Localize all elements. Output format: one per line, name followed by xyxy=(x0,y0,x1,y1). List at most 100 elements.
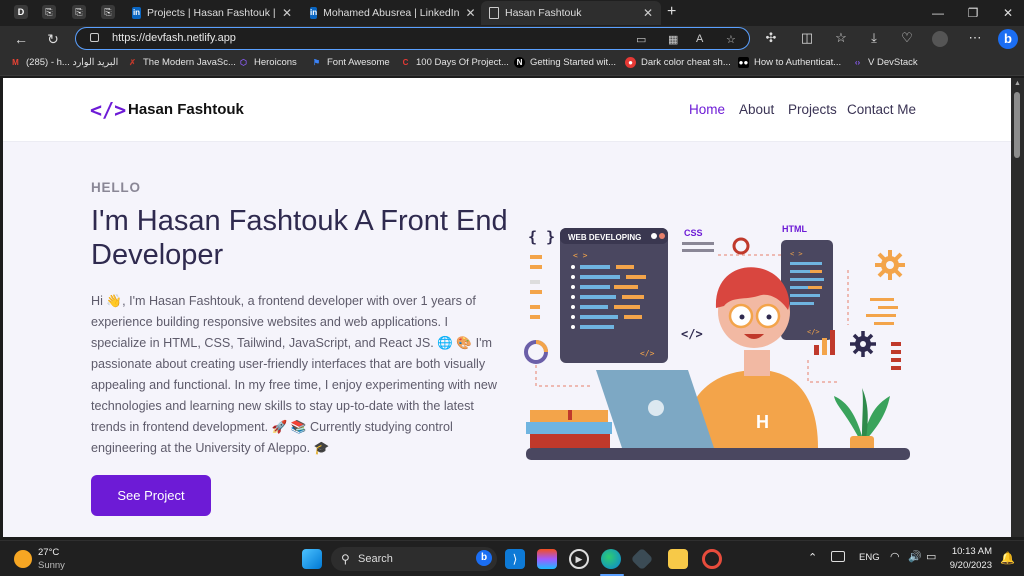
wifi-icon[interactable]: ◠ xyxy=(890,550,900,563)
page-scrollbar[interactable]: ▲ xyxy=(1011,78,1024,537)
git-icon[interactable] xyxy=(630,547,654,571)
media-player-icon[interactable]: ▶ xyxy=(569,549,589,569)
css-label: CSS xyxy=(684,228,703,238)
language-indicator[interactable]: ENG xyxy=(859,552,880,563)
close-window-icon[interactable]: ✕ xyxy=(993,3,1023,23)
code-icon: ‹› xyxy=(854,58,861,67)
hero-eyebrow: HELLO xyxy=(91,180,141,195)
bookmark-item[interactable]: ✗ The Modern JavaSc... xyxy=(127,57,236,68)
nav-home[interactable]: Home xyxy=(689,102,725,117)
restore-icon[interactable]: ❐ xyxy=(958,3,988,23)
web-page: </> Hasan Fashtouk Home About Projects C… xyxy=(3,78,1011,537)
collections-icon[interactable]: ⎘ xyxy=(72,5,86,19)
logo-name[interactable]: Hasan Fashtouk xyxy=(128,101,244,118)
bookmark-label: The Modern JavaSc... xyxy=(143,57,236,68)
battery-icon[interactable]: ▭ xyxy=(926,550,936,563)
c-icon: C xyxy=(402,58,409,67)
bookmark-item[interactable]: M (285) - h... البريد الوارد xyxy=(10,57,118,68)
page-icon xyxy=(489,7,499,19)
favorites-icon[interactable]: ☆ xyxy=(832,30,850,46)
browser-tab-strip: D ⎘ ⎘ ⎘ in Projects | Hasan Fashtouk | L… xyxy=(0,0,1024,26)
tab-label: Projects | Hasan Fashtouk | LinkedIn xyxy=(147,7,276,19)
see-project-button[interactable]: See Project xyxy=(91,475,211,516)
code-tag-text: </> xyxy=(681,327,703,341)
volume-icon[interactable]: 🔊 xyxy=(908,550,922,563)
medium-icon: ●● xyxy=(738,57,749,68)
bookmark-label: V DevStack xyxy=(868,57,918,68)
app-available-icon[interactable]: ▭ xyxy=(636,33,646,46)
bookmark-label: How to Authenticat... xyxy=(754,57,842,68)
recorder-icon[interactable] xyxy=(702,549,722,569)
notification-bell-icon[interactable]: 🔔 xyxy=(1000,551,1015,565)
file-explorer-icon[interactable] xyxy=(668,549,688,569)
grid-icon[interactable]: ▦ xyxy=(668,33,678,46)
workspace-icon[interactable]: ⎘ xyxy=(42,5,56,19)
tab-linkedin-mohamed[interactable]: in Mohamed Abusrea | LinkedIn ✕ xyxy=(302,1,478,25)
clock-date[interactable]: 9/20/2023 xyxy=(945,560,992,571)
profile-icon[interactable]: D xyxy=(14,5,28,19)
nav-contact[interactable]: Contact Me xyxy=(847,102,916,117)
bookmarks-bar: M (285) - h... البريد الوارد ✗ The Modern … xyxy=(0,52,1024,76)
bookmark-item[interactable]: ‹› V DevStack xyxy=(852,57,918,68)
edge-icon[interactable] xyxy=(601,549,621,569)
address-bar[interactable]: https://devfash.netlify.app ▭ ▦ A ☆ xyxy=(75,27,750,50)
close-tab-icon[interactable]: ✕ xyxy=(282,6,292,20)
svg-text:</>: </> xyxy=(807,328,820,336)
tab-linkedin-projects[interactable]: in Projects | Hasan Fashtouk | LinkedIn … xyxy=(124,1,300,25)
avatar[interactable] xyxy=(932,31,948,47)
bookmark-label: 100 Days Of Project... xyxy=(416,57,509,68)
vscode-icon[interactable]: ⟩ xyxy=(505,549,525,569)
bookmark-item[interactable]: N Getting Started wit... xyxy=(514,57,616,68)
bookmark-item[interactable]: C 100 Days Of Project... xyxy=(400,57,509,68)
weather-desc[interactable]: Sunny xyxy=(38,560,65,571)
bookmark-item[interactable]: ● Dark color cheat sh... xyxy=(625,57,731,68)
desk xyxy=(526,448,910,460)
linkedin-icon: in xyxy=(132,7,142,19)
bookmark-label: Dark color cheat sh... xyxy=(641,57,731,68)
tab-actions-icon[interactable]: ⎘ xyxy=(101,5,115,19)
browser-toolbar: ← ↻ https://devfash.netlify.app ▭ ▦ A ☆ … xyxy=(0,26,1024,52)
read-aloud-icon[interactable]: A xyxy=(696,33,703,45)
clock-time[interactable]: 10:13 AM xyxy=(950,546,992,557)
scroll-up-icon[interactable]: ▲ xyxy=(1014,80,1021,87)
bookmark-item[interactable]: ⬡ Heroicons xyxy=(238,57,297,68)
taskbar-search[interactable]: ⚲ Search b xyxy=(331,547,497,571)
minimize-icon[interactable]: — xyxy=(923,3,953,23)
heroicons-icon: ⬡ xyxy=(240,58,247,67)
bookmark-item[interactable]: ●● How to Authenticat... xyxy=(738,57,841,68)
tab-hasan-fashtouk[interactable]: Hasan Fashtouk ✕ xyxy=(481,1,661,25)
split-screen-icon[interactable]: ◫ xyxy=(798,30,816,46)
downloads-icon[interactable]: ⤓ xyxy=(865,30,883,46)
nav-projects[interactable]: Projects xyxy=(788,102,837,117)
performance-icon[interactable]: ♡ xyxy=(898,30,916,46)
close-tab-icon[interactable]: ✕ xyxy=(643,6,653,20)
linkedin-icon: in xyxy=(310,7,318,19)
js-icon: ✗ xyxy=(129,58,136,67)
palette-icon: ● xyxy=(625,57,636,68)
bing-icon[interactable]: b xyxy=(998,29,1018,49)
address-url[interactable]: https://devfash.netlify.app xyxy=(112,32,236,44)
scrollbar-thumb[interactable] xyxy=(1014,92,1020,158)
weather-temp[interactable]: 27°C xyxy=(38,547,59,558)
flag-icon: ⚑ xyxy=(312,58,321,67)
logo-code-icon[interactable]: </> xyxy=(90,98,126,122)
svg-text:</>: </> xyxy=(640,349,655,358)
favorite-star-icon[interactable]: ☆ xyxy=(726,33,736,46)
panel-label: WEB DEVELOPING xyxy=(568,233,641,242)
bookmark-item[interactable]: ⚑ Font Awesome xyxy=(311,57,390,68)
gmail-icon: M xyxy=(12,58,19,67)
more-menu-icon[interactable]: ⋯ xyxy=(966,30,984,46)
extensions-icon[interactable]: ✣ xyxy=(762,30,780,46)
tray-app-icon[interactable] xyxy=(831,551,845,562)
back-arrow-icon[interactable]: ← xyxy=(12,30,30,48)
refresh-icon[interactable]: ↻ xyxy=(44,30,62,48)
tab-label: Mohamed Abusrea | LinkedIn xyxy=(323,7,460,19)
figma-icon[interactable] xyxy=(537,549,557,569)
chevron-up-icon[interactable]: ⌃ xyxy=(808,551,817,564)
new-tab-icon[interactable]: + xyxy=(667,3,676,21)
windows-start-icon[interactable] xyxy=(302,549,322,569)
nav-about[interactable]: About xyxy=(739,102,774,117)
close-tab-icon[interactable]: ✕ xyxy=(466,6,476,20)
sun-icon[interactable] xyxy=(14,550,32,568)
tab-label: Hasan Fashtouk xyxy=(505,7,582,19)
